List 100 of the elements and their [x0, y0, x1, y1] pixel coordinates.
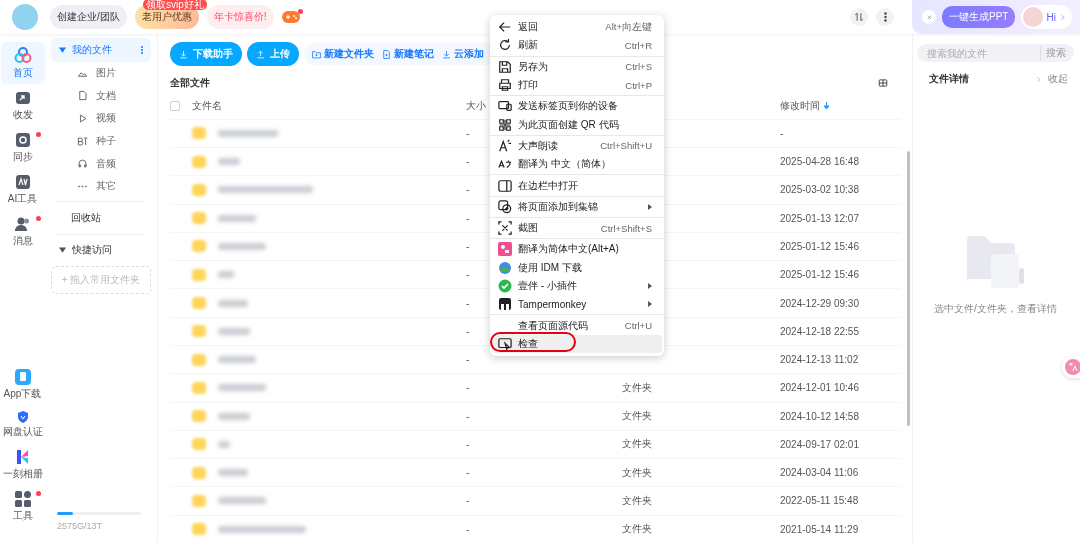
menu-item[interactable]: 检查 — [492, 334, 662, 354]
column-header[interactable]: 大小 — [466, 98, 486, 113]
category-item[interactable]: 种子 — [51, 129, 151, 153]
table-cell: 2025-03-02 10:38 — [780, 184, 859, 196]
collapse-button[interactable]: 收起 — [1035, 72, 1068, 86]
table-cell: 文件夹 — [622, 495, 652, 506]
assistant-button[interactable]: Hi — [1021, 5, 1072, 29]
sidebar-icon — [498, 178, 512, 193]
menu-item[interactable]: 打印 Ctrl+P — [492, 75, 662, 95]
submenu-arrow-icon — [648, 283, 652, 289]
read-aloud-icon — [498, 138, 512, 153]
folder-icon — [192, 240, 206, 253]
folder-icon — [192, 297, 206, 309]
my-files-item[interactable]: 我的文件 — [51, 38, 151, 62]
panel-title: 文件详情 — [929, 72, 969, 86]
category-item[interactable]: 其它 — [51, 174, 151, 198]
collection-add-icon — [498, 199, 512, 214]
table-cell: - — [466, 523, 470, 535]
menu-item[interactable]: 翻译为 中文（简体） — [492, 155, 662, 174]
menu-item[interactable]: 将页面添加到集锦 — [492, 197, 662, 216]
blurred-name — [218, 469, 248, 477]
menu-item[interactable]: 返回 Alt+向左键 — [492, 18, 662, 37]
menu-item[interactable]: 壹伴 - 小插件 — [492, 276, 662, 296]
rail-item[interactable]: 一刻相册 — [0, 445, 45, 485]
blurred-name — [218, 158, 240, 166]
rail-item[interactable]: App下载 — [0, 365, 45, 405]
download-icon — [442, 49, 451, 59]
people-icon — [13, 216, 32, 232]
submenu-arrow-icon — [648, 203, 652, 210]
toolbar-button[interactable]: 云添加 — [442, 47, 484, 61]
menu-item[interactable]: 另存为 Ctrl+S — [492, 57, 662, 76]
caret-icon — [59, 47, 66, 53]
table-cell: - — [466, 127, 470, 139]
menu-item[interactable]: 查看页面源代码 Ctrl+U — [492, 316, 662, 335]
category-item[interactable]: 视频 — [51, 107, 151, 130]
scrollbar[interactable] — [907, 151, 910, 426]
toolbar-button[interactable]: 新建文件夹 — [312, 47, 374, 61]
notification-dot — [35, 491, 41, 496]
rail-item[interactable]: 消息 — [0, 212, 45, 252]
inspect-icon — [498, 336, 512, 351]
rail-item[interactable]: 网盘认证 — [0, 407, 45, 443]
table-cell: - — [466, 240, 470, 252]
blurred-name — [218, 356, 256, 364]
chevron-right-icon — [1058, 13, 1066, 21]
folder-icon — [192, 212, 206, 225]
table-cell: - — [466, 410, 470, 422]
category-item[interactable]: 文档 — [51, 84, 151, 108]
logo-icon[interactable] — [12, 4, 38, 30]
blurred-name — [218, 497, 266, 505]
folder-share-icon — [14, 90, 31, 106]
document-icon — [77, 90, 88, 102]
breadcrumb: 全部文件 — [170, 76, 210, 90]
menu-item[interactable]: 为此页面创建 QR 代码 — [492, 115, 662, 134]
folder-icon — [192, 438, 206, 451]
rail-item[interactable]: 首页 — [0, 42, 45, 84]
sort-icon — [854, 12, 864, 22]
folder-icon — [192, 183, 206, 196]
sort-button[interactable] — [850, 8, 868, 26]
quick-access-item[interactable]: 快捷访问 — [51, 237, 151, 262]
qr-code-icon — [498, 117, 512, 132]
blurred-name — [218, 242, 266, 250]
rail-item[interactable]: 同步 — [0, 128, 45, 168]
table-cell: 文件夹 — [622, 438, 652, 450]
table-cell: - — [466, 495, 470, 507]
menu-item[interactable]: 截图 Ctrl+Shift+S — [492, 218, 662, 238]
rail-item[interactable]: AI工具 — [0, 170, 45, 210]
menu-item[interactable]: 发送标签页到你的设备 — [492, 97, 662, 116]
table-cell: - — [466, 467, 470, 479]
table-cell: 文件夹 — [622, 381, 652, 393]
category-item[interactable]: 图片 — [51, 62, 151, 85]
menu-item[interactable]: 翻译为简体中文(Alt+A) — [492, 240, 662, 259]
more-button[interactable] — [876, 8, 894, 26]
rail-item[interactable]: 收发 — [0, 86, 45, 126]
close-icon — [925, 13, 933, 21]
folder-icon — [192, 523, 206, 536]
notification-dot — [35, 216, 41, 221]
category-item[interactable]: 音频 — [51, 152, 151, 175]
store-icon — [498, 297, 512, 312]
grid-icon — [14, 491, 31, 507]
gamepad-icon[interactable] — [281, 11, 300, 23]
promo-chip[interactable]: 创建企业/团队 — [50, 5, 127, 29]
table-cell: 2024-03-04 11:06 — [780, 467, 859, 479]
recycle-bin-item[interactable]: 回收站 — [51, 204, 151, 231]
close-button[interactable] — [922, 10, 936, 24]
select-all-checkbox[interactable] — [170, 100, 180, 111]
menu-item[interactable]: 在边栏中打开 — [492, 176, 662, 195]
folder-icon — [192, 325, 206, 338]
menu-item[interactable]: 使用 IDM 下载 — [492, 258, 662, 277]
table-cell: - — [466, 269, 470, 281]
menu-item[interactable]: 大声朗读 Ctrl+Shift+U — [492, 136, 662, 156]
column-header[interactable]: 修改时间 — [780, 98, 829, 113]
toolbar-button[interactable]: 新建笔记 — [382, 47, 434, 61]
play-icon — [77, 113, 88, 124]
menu-item[interactable]: 刷新 Ctrl+R — [492, 36, 662, 55]
table-cell: 2024-12-18 22:55 — [780, 325, 859, 337]
translate-extension-icon — [498, 242, 512, 257]
menu-item[interactable]: Tampermonkey — [492, 295, 662, 314]
rail-item[interactable]: 工具 — [0, 487, 45, 527]
table-cell: 2024-12-13 11:02 — [780, 354, 859, 366]
column-header[interactable]: 文件名 — [188, 98, 222, 113]
